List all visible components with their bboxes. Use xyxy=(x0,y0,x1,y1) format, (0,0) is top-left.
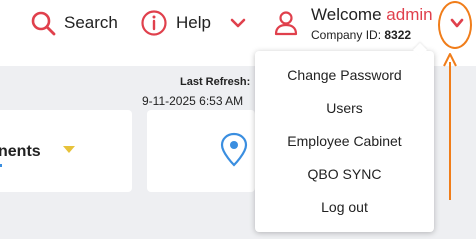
info-icon xyxy=(141,10,167,36)
search-icon xyxy=(31,11,56,36)
card-title: nents xyxy=(0,143,41,160)
help-button[interactable]: Help xyxy=(140,8,211,38)
annotation-arrow xyxy=(443,53,457,200)
menu-item-qbo-sync[interactable]: QBO SYNC xyxy=(255,163,434,185)
map-pin-icon xyxy=(220,132,248,167)
menu-item-employee-cabinet[interactable]: Employee Cabinet xyxy=(255,130,434,152)
last-refresh-label: Last Refresh: xyxy=(180,76,251,88)
map-card[interactable] xyxy=(147,110,255,192)
user-icon xyxy=(274,11,298,36)
search-button[interactable]: Search xyxy=(30,8,118,38)
card-accent xyxy=(0,164,2,167)
welcome-text: Welcome admin xyxy=(311,5,433,25)
dashboard-card[interactable]: nents xyxy=(0,110,132,192)
user-dropdown-menu: Change Password Users Employee Cabinet Q… xyxy=(255,51,434,232)
company-id-text: Company ID: 8322 xyxy=(311,28,411,42)
menu-item-users[interactable]: Users xyxy=(255,97,434,119)
search-label: Search xyxy=(64,13,118,32)
annotation-circle xyxy=(438,1,472,49)
company-prefix: Company ID: xyxy=(311,28,382,42)
last-refresh-value: 9-11-2025 6:53 AM xyxy=(142,94,244,108)
chevron-down-icon[interactable] xyxy=(229,14,247,32)
caret-down-icon[interactable] xyxy=(63,146,75,154)
help-label: Help xyxy=(176,13,211,32)
company-id: 8322 xyxy=(384,28,412,42)
username: admin xyxy=(386,5,433,24)
welcome-prefix: Welcome xyxy=(311,5,382,24)
menu-item-change-password[interactable]: Change Password xyxy=(255,64,434,86)
menu-item-log-out[interactable]: Log out xyxy=(255,196,434,218)
